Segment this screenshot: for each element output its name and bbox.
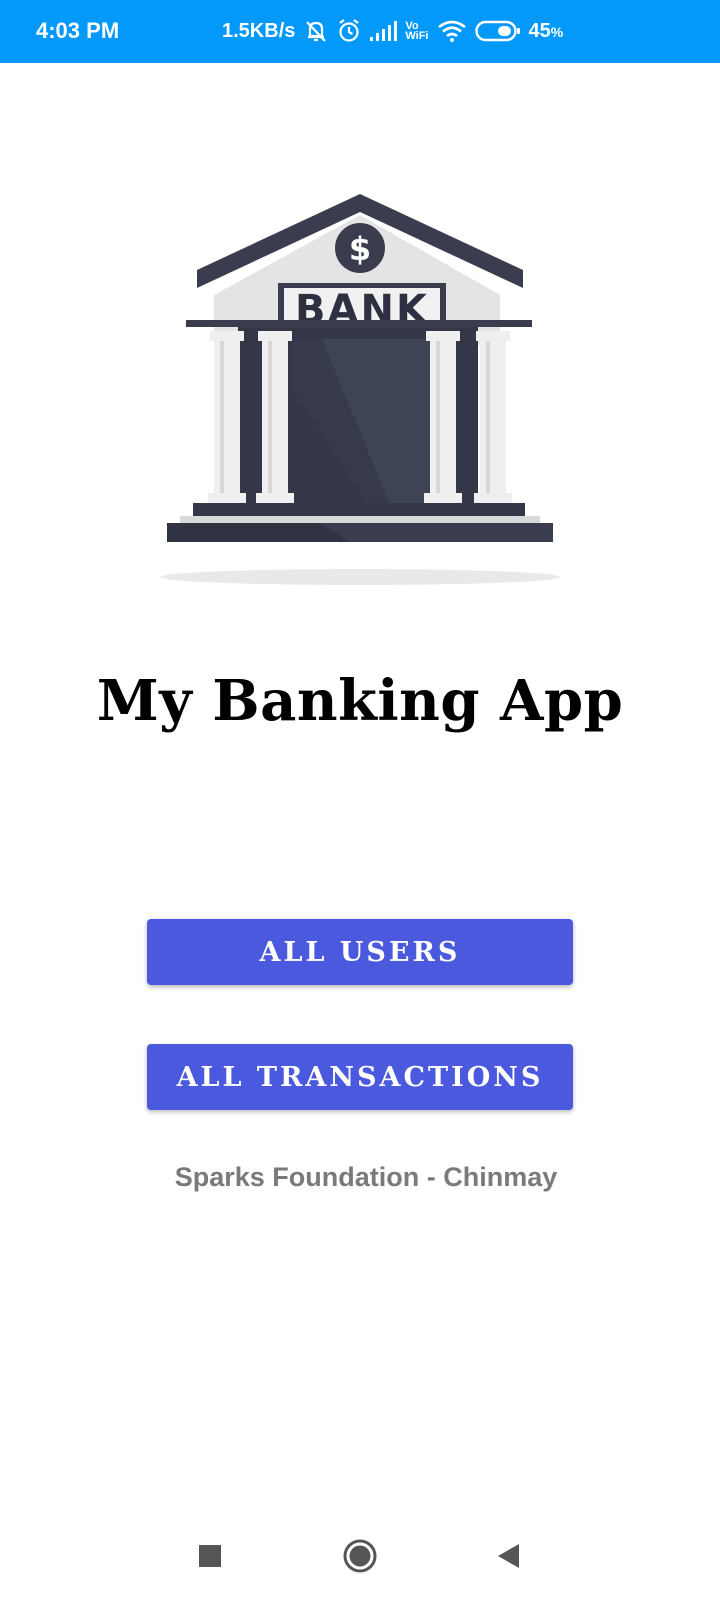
vowifi-bottom-label: WiFi [405,30,429,42]
all-users-button[interactable]: ALL USERS [147,919,573,985]
back-icon [498,1544,519,1568]
recent-apps-button[interactable] [180,1520,240,1592]
wifi-icon [437,19,467,43]
all-transactions-button[interactable]: ALL TRANSACTIONS [147,1044,573,1110]
battery-icon [474,19,521,43]
home-button[interactable] [330,1520,390,1592]
battery-percent-value: 45 [528,19,551,42]
vowifi-icon: Vo WiFi [405,21,429,42]
svg-text:$: $ [349,230,371,268]
app-screen: 4:03 PM 1.5KB/s Vo WiFi 45% $ BANK My Ba… [0,0,720,1600]
bank-illustration: $ BANK [150,185,570,595]
network-speed: 1.5KB/s [222,19,296,42]
recent-apps-icon [199,1545,221,1567]
battery-percent-unit: % [550,23,564,40]
home-icon [343,1539,377,1573]
back-button[interactable] [478,1520,538,1592]
notifications-muted-icon [303,18,329,44]
status-bar: 4:03 PM 1.5KB/s Vo WiFi 45% [0,0,720,63]
navigation-bar [0,1520,720,1600]
credit-text: Sparks Foundation - Chinmay [174,1162,558,1192]
battery-percent: 45% [529,20,564,43]
app-title: My Banking App [96,668,624,734]
status-icons: 1.5KB/s Vo WiFi 45% [222,14,563,48]
status-time: 4:03 PM [36,18,120,43]
signal-icon [369,20,398,42]
alarm-icon [337,18,361,44]
